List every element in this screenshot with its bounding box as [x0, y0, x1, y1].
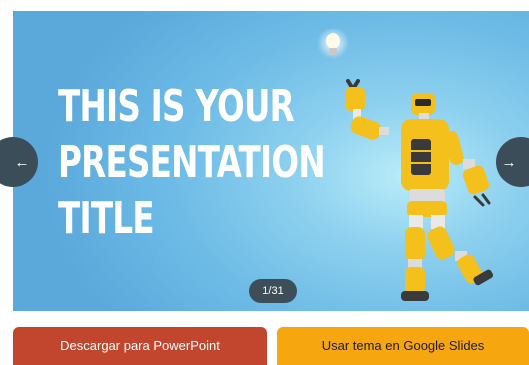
- slide-counter: 1/31: [249, 279, 297, 303]
- download-powerpoint-button[interactable]: Descargar para PowerPoint: [13, 327, 267, 365]
- robot-illustration: [317, 29, 494, 301]
- slide-title-line-3: TITLE: [58, 193, 155, 244]
- slide-title-line-1: THIS IS YOUR: [58, 81, 295, 132]
- slide-title-line-2: PRESENTATION: [58, 137, 326, 188]
- slide-preview: THIS IS YOUR PRESENTATION TITLE 1/31: [13, 11, 529, 311]
- slide-title: THIS IS YOUR PRESENTATION TITLE: [58, 79, 326, 247]
- arrow-right-icon: →: [501, 153, 517, 171]
- arrow-left-icon: ←: [14, 153, 30, 171]
- lightbulb-icon: [317, 29, 349, 59]
- use-google-slides-button[interactable]: Usar tema en Google Slides: [277, 327, 529, 365]
